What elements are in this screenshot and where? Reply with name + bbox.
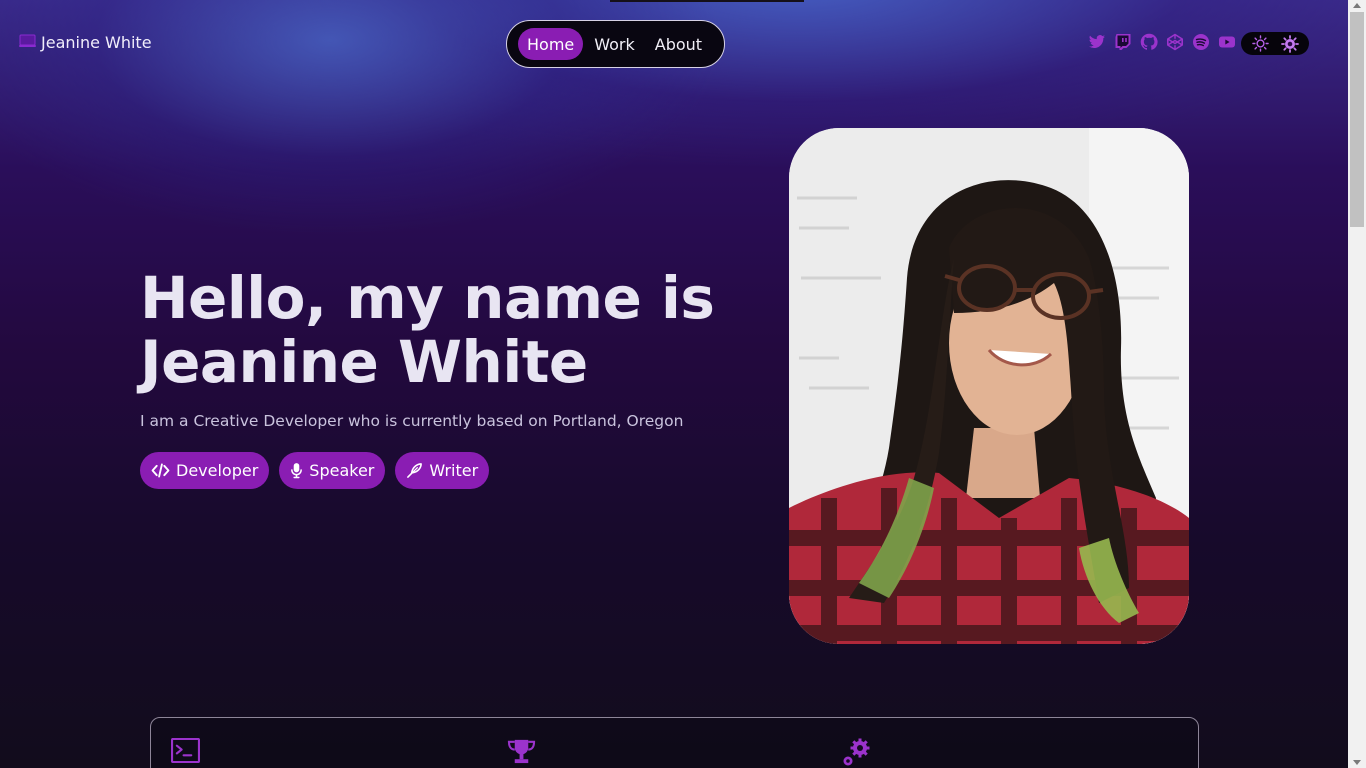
- spotify-icon[interactable]: [1192, 33, 1210, 51]
- twitter-icon[interactable]: [1088, 33, 1106, 51]
- scroll-thumb[interactable]: [1350, 12, 1364, 227]
- microphone-icon: [291, 463, 303, 479]
- youtube-icon[interactable]: [1218, 33, 1236, 51]
- hero-subtitle: I am a Creative Developer who is current…: [140, 412, 684, 430]
- main-nav: Home Work About: [506, 20, 725, 68]
- page-scrollbar[interactable]: [1348, 0, 1366, 768]
- laptop-icon: [19, 33, 36, 52]
- writer-tag-label: Writer: [429, 461, 479, 480]
- developer-tag-label: Developer: [176, 461, 259, 480]
- developer-tag[interactable]: Developer: [140, 452, 270, 489]
- nav-work[interactable]: Work: [585, 28, 644, 60]
- twitch-icon[interactable]: [1114, 33, 1132, 51]
- speaker-tag-label: Speaker: [309, 461, 375, 480]
- speaker-tag[interactable]: Speaker: [279, 452, 386, 489]
- sun-icon[interactable]: [1250, 34, 1270, 54]
- social-links: [1088, 33, 1236, 51]
- scroll-up-icon[interactable]: [1353, 3, 1361, 8]
- nav-home[interactable]: Home: [518, 28, 584, 60]
- page: Jeanine White Home Work About Hello, my …: [0, 0, 1348, 768]
- code-icon: [151, 463, 170, 478]
- trophy-icon: [507, 739, 536, 764]
- nav-about[interactable]: About: [646, 28, 711, 60]
- writer-tag[interactable]: Writer: [395, 452, 490, 489]
- profile-photo: [789, 128, 1189, 644]
- hero-title-line2: Jeanine White: [140, 328, 588, 396]
- role-tags: Developer Speaker Writer: [140, 452, 490, 489]
- codepen-icon[interactable]: [1166, 33, 1184, 51]
- gears-icon: [843, 738, 870, 766]
- hero-title: Hello, my name is Jeanine White: [140, 266, 740, 394]
- scroll-down-icon[interactable]: [1353, 760, 1361, 765]
- pen-icon: [407, 463, 423, 478]
- gear-sun-icon[interactable]: [1280, 34, 1300, 54]
- theme-toggle[interactable]: [1241, 32, 1309, 55]
- brand-name: Jeanine White: [41, 33, 152, 52]
- brand[interactable]: Jeanine White: [19, 33, 152, 52]
- features-panel: [150, 717, 1199, 768]
- terminal-icon: [171, 738, 200, 763]
- top-indicator: [610, 0, 804, 2]
- github-icon[interactable]: [1140, 33, 1158, 51]
- hero-title-line1: Hello, my name is: [140, 264, 715, 332]
